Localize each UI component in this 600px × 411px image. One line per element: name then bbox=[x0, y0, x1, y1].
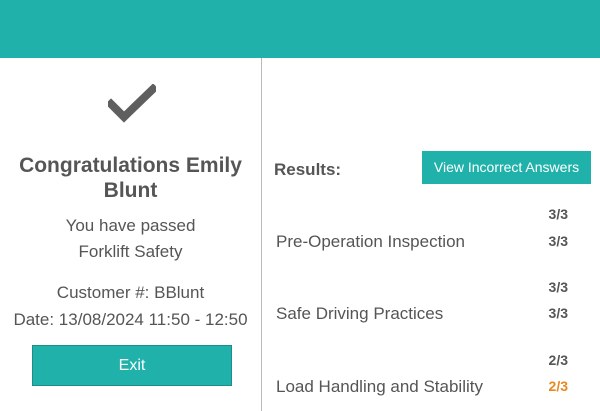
top-header-bar bbox=[0, 0, 600, 58]
congratulations-heading: Congratulations Emily Blunt bbox=[0, 153, 261, 203]
exit-button[interactable]: Exit bbox=[32, 345, 232, 386]
passed-message: You have passed Forklift Safety bbox=[0, 213, 261, 265]
section-score-total: 2/3 bbox=[548, 352, 568, 368]
congratulations-line-1: Congratulations Emily bbox=[19, 154, 242, 177]
course-name: Forklift Safety bbox=[78, 242, 183, 261]
congratulations-line-2: Blunt bbox=[103, 179, 158, 202]
section-score: 3/3 bbox=[548, 233, 568, 249]
section-name: Safe Driving Practices bbox=[276, 304, 444, 323]
section-name: Load Handling and Stability bbox=[276, 377, 483, 396]
view-incorrect-answers-button[interactable]: View Incorrect Answers bbox=[422, 151, 591, 184]
passed-text: You have passed bbox=[65, 216, 196, 235]
section-score-total: 3/3 bbox=[548, 206, 568, 222]
section-score: 3/3 bbox=[548, 305, 568, 321]
section-score: 2/3 bbox=[548, 378, 568, 394]
results-heading: Results: bbox=[274, 160, 342, 179]
customer-number: Customer #: BBlunt bbox=[56, 283, 205, 302]
attempt-date: Date: 13/08/2024 11:50 - 12:50 bbox=[13, 310, 248, 329]
checkmark-icon bbox=[108, 84, 156, 123]
section-score-total: 3/3 bbox=[548, 279, 568, 295]
section-name: Pre-Operation Inspection bbox=[276, 232, 465, 251]
completion-summary-panel: Congratulations Emily Blunt You have pas… bbox=[0, 58, 261, 411]
results-panel: Results: View Incorrect Answers 3/3 Pre-… bbox=[262, 58, 600, 411]
